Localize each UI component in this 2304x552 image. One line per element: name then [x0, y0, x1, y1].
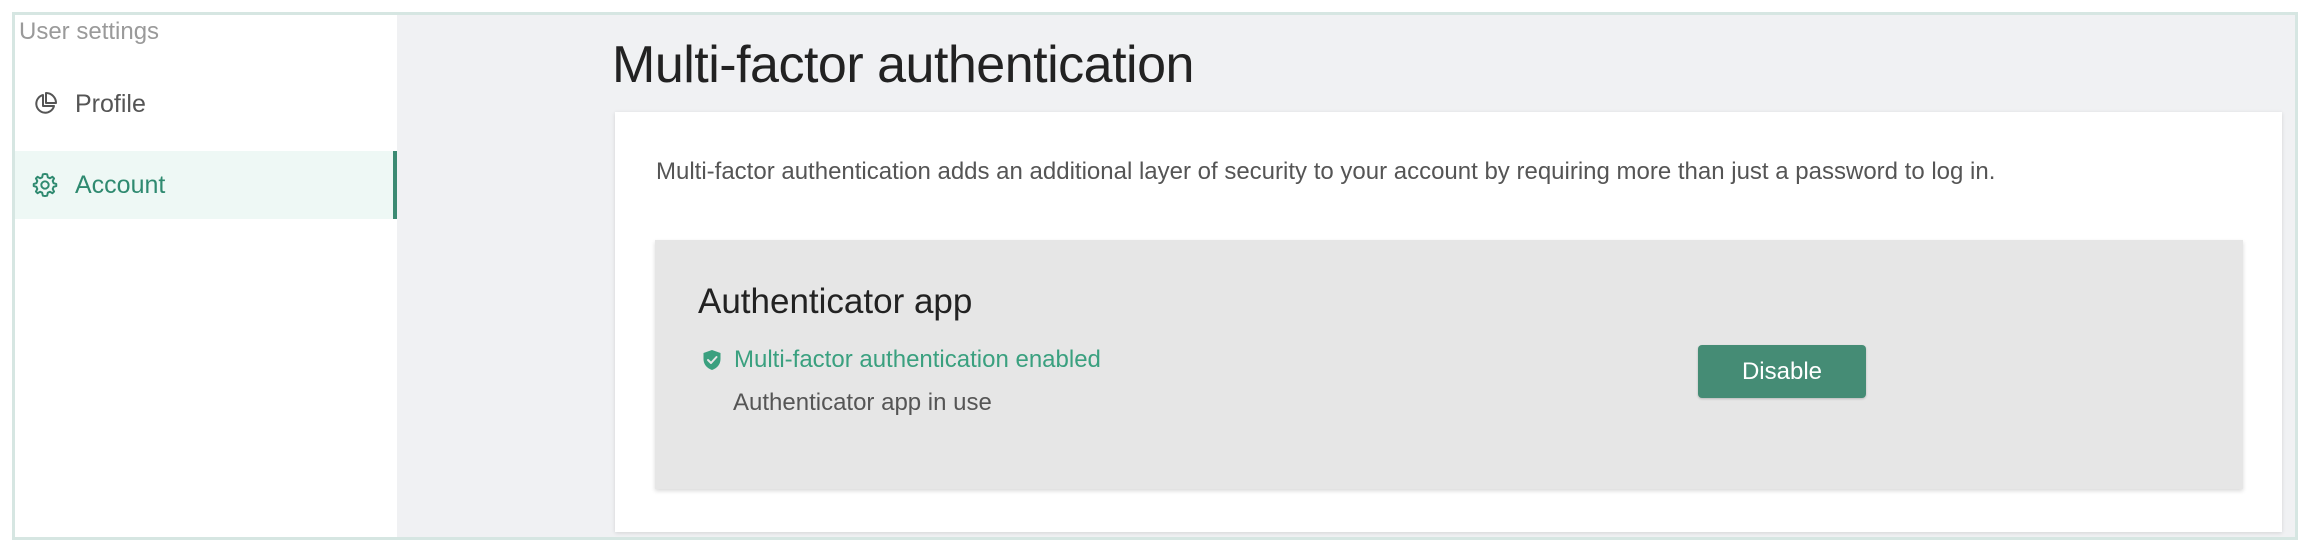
settings-window: User settings Profile Account Multi-fact… [12, 12, 2298, 540]
mfa-card: Multi-factor authentication adds an addi… [615, 112, 2282, 532]
shield-check-icon [702, 349, 722, 371]
authenticator-app-title: Authenticator app [698, 282, 973, 321]
sidebar-item-label: Profile [75, 89, 146, 118]
sidebar: User settings Profile Account [15, 15, 397, 537]
mfa-description: Multi-factor authentication adds an addi… [656, 158, 1996, 185]
sidebar-heading: User settings [19, 18, 160, 45]
authenticator-in-use-text: Authenticator app in use [733, 389, 992, 416]
sidebar-item-profile[interactable]: Profile [15, 70, 397, 138]
mfa-status-text: Multi-factor authentication enabled [734, 346, 1101, 373]
sidebar-item-account[interactable]: Account [15, 151, 397, 219]
disable-button[interactable]: Disable [1698, 345, 1866, 398]
sidebar-item-label: Account [75, 170, 166, 199]
gear-icon [31, 171, 59, 199]
pie-chart-icon [31, 90, 59, 118]
authenticator-app-panel: Authenticator app Multi-factor authentic… [655, 240, 2243, 489]
page-title: Multi-factor authentication [612, 36, 1194, 94]
mfa-status: Multi-factor authentication enabled [702, 345, 1101, 375]
